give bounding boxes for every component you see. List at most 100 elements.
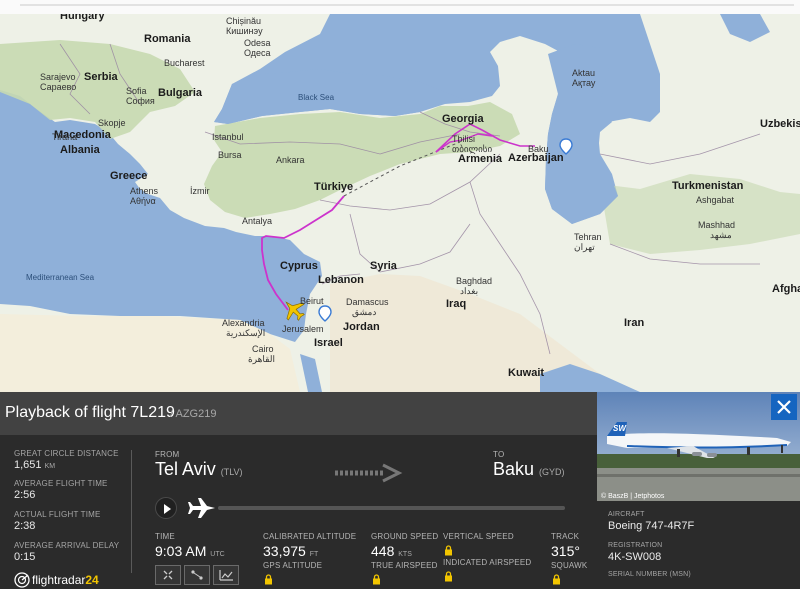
country-label: Bulgaria <box>158 87 203 99</box>
flight-title: Playback of flight 7L219 <box>5 404 175 421</box>
city-label: الإسكندرية <box>226 328 266 338</box>
aircraft-label: AIRCRAFT <box>608 511 645 518</box>
city-label: Bursa <box>218 150 242 160</box>
country-label: Türkiye <box>314 181 354 193</box>
flight-map[interactable]: Hungary Romania Serbia Bulgaria Macedoni… <box>0 14 800 392</box>
expand-button[interactable] <box>155 565 181 585</box>
destination-city: Baku (GYD) <box>493 459 565 479</box>
country-label: Hungary <box>60 14 105 22</box>
country-label: Israel <box>314 337 343 349</box>
city-label: Ақтау <box>572 78 596 88</box>
brand-name: flightradar24 <box>32 573 99 587</box>
country-label: Albania <box>60 144 100 156</box>
play-button[interactable] <box>155 497 177 519</box>
time-value: 9:03 AM UTC <box>155 543 225 559</box>
city-label: Istanbul <box>212 132 244 142</box>
city-label: Сараево <box>40 82 77 92</box>
aircraft-info: SW © BaszB | Jetphotos AIRCRAFT Boeing 7… <box>597 392 800 589</box>
city-label: Αθήνα <box>130 196 156 206</box>
city-label: Jerusalem <box>282 324 324 334</box>
city-label: Antalya <box>242 216 273 226</box>
flight-info-panel: Playback of flight 7L219 / AZG219 GREAT … <box>0 392 800 589</box>
city-label: Ankara <box>276 155 305 165</box>
calibrated-altitude-value: 33,975 FT <box>263 543 319 559</box>
aircraft-photo[interactable]: SW © BaszB | Jetphotos <box>597 392 800 501</box>
country-label: Georgia <box>442 113 484 125</box>
lock-icon <box>373 574 380 585</box>
city-label: София <box>126 96 155 106</box>
map-graphics <box>0 14 800 392</box>
great-circle-value: 1,651 KM <box>14 459 56 471</box>
country-label: Afgha <box>772 283 800 295</box>
actual-flight-time-label: ACTUAL FLIGHT TIME <box>14 510 101 519</box>
chart-icon <box>219 570 233 581</box>
origin-city: Tel Aviv (TLV) <box>155 459 243 479</box>
country-label: Armenia <box>458 153 503 165</box>
great-circle-label: GREAT CIRCLE DISTANCE <box>14 449 119 458</box>
ground-speed-label: GROUND SPEED <box>371 532 439 541</box>
plane-progress-icon <box>188 498 215 518</box>
lock-icon <box>445 545 452 556</box>
city-label: بغداد <box>460 286 479 296</box>
country-label: Lebanon <box>318 274 364 286</box>
route-icon <box>191 570 203 580</box>
sea-label: Black Sea <box>298 93 335 102</box>
city-label: Beirut <box>300 296 324 306</box>
tail-livery: SW <box>613 424 626 433</box>
country-label: Greece <box>110 170 148 182</box>
msn-label: SERIAL NUMBER (MSN) <box>608 571 691 578</box>
chart-button[interactable] <box>213 565 239 585</box>
route-arrow-icon <box>335 463 403 483</box>
city-label: دمشق <box>352 307 377 317</box>
avg-flight-time-value: 2:56 <box>14 489 36 501</box>
city-label: Tirana <box>52 132 78 142</box>
radar-icon <box>14 572 30 588</box>
lock-icon <box>265 574 272 585</box>
city-label: Кишинэу <box>226 26 263 36</box>
city-label: Ashgabat <box>696 195 735 205</box>
vertical-speed-label: VERTICAL SPEED <box>443 532 514 541</box>
calibrated-altitude-label: CALIBRATED ALTITUDE <box>263 532 357 541</box>
from-label: FROM <box>155 450 180 459</box>
play-icon <box>164 504 171 514</box>
country-label: Turkmenistan <box>672 180 744 192</box>
actual-flight-time-value: 2:38 <box>14 520 36 532</box>
arrival-delay-label: AVERAGE ARRIVAL DELAY <box>14 541 120 550</box>
to-label: TO <box>493 450 505 459</box>
divider <box>131 450 132 573</box>
true-airspeed-label: TRUE AIRSPEED <box>371 561 438 570</box>
time-label: TIME <box>155 532 175 541</box>
city-label: مشهد <box>710 230 732 240</box>
panel-header: Playback of flight 7L219 / AZG219 <box>0 392 597 435</box>
aircraft-photo-image <box>597 392 800 501</box>
route-button[interactable] <box>184 565 210 585</box>
country-label: Romania <box>144 33 191 45</box>
country-label: Iraq <box>446 298 467 310</box>
country-label: Uzbekis <box>760 118 800 130</box>
close-button[interactable] <box>771 394 797 420</box>
lock-icon <box>445 571 452 582</box>
browser-top-strip <box>0 0 800 14</box>
ground-speed-value: 448 KTS <box>371 543 412 559</box>
city-label: თბილისი <box>452 144 493 154</box>
arrival-delay-value: 0:15 <box>14 551 36 563</box>
scroll-track <box>20 4 794 6</box>
country-label: Cyprus <box>280 260 318 272</box>
country-label: Kuwait <box>508 367 545 379</box>
country-label: Serbia <box>84 71 118 83</box>
city-label: İzmir <box>190 186 210 196</box>
city-label: تهران <box>574 242 595 252</box>
fr24-logo: flightradar24 <box>14 572 134 588</box>
track-label: TRACK <box>551 532 580 541</box>
country-label: Syria <box>370 260 397 272</box>
close-icon <box>777 400 791 414</box>
sea-label: Mediterranean Sea <box>26 273 95 282</box>
city-label: Skopje <box>98 118 126 128</box>
callsign-label: / AZG219 <box>170 408 217 420</box>
city-label: Baku <box>528 144 549 154</box>
avg-flight-time-label: AVERAGE FLIGHT TIME <box>14 479 108 488</box>
country-label: Jordan <box>343 321 380 333</box>
gps-altitude-label: GPS ALTITUDE <box>263 561 323 570</box>
playback-progress-bar[interactable] <box>218 506 565 510</box>
indicated-airspeed-label: INDICATED AIRSPEED <box>443 558 532 567</box>
